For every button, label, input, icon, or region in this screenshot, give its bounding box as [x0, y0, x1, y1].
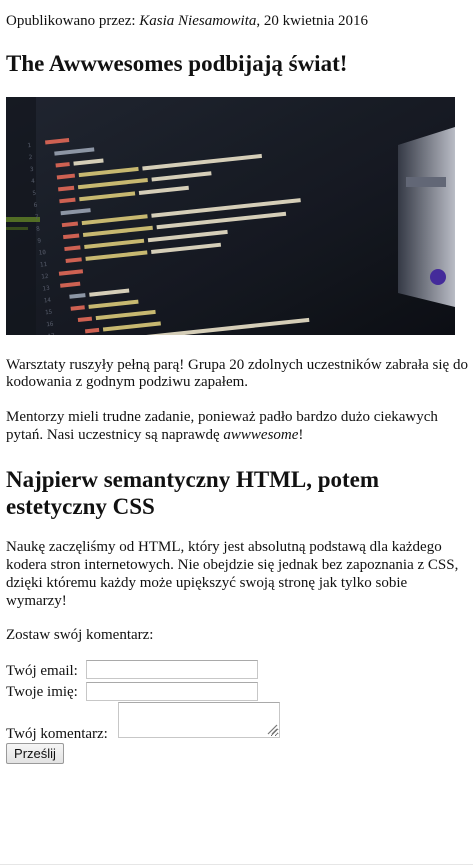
- comment-textarea[interactable]: [118, 702, 280, 738]
- resize-grip-icon[interactable]: [266, 723, 278, 735]
- post-image: 123 456 789 101112 131415 161718: [6, 97, 455, 335]
- name-row: Twoje imię:: [6, 683, 78, 701]
- code-editor-photo-icon: 123 456 789 101112 131415 161718: [6, 97, 455, 335]
- email-row: Twój email:: [6, 662, 78, 680]
- comment-form-intro: Zostaw swój komentarz:: [6, 627, 154, 643]
- email-field[interactable]: [86, 660, 258, 679]
- name-field[interactable]: [86, 682, 258, 701]
- post-paragraph-2: Mentorzy mieli trudne zadanie, ponieważ …: [6, 408, 468, 444]
- post-meta: Opublikowano przez: Kasia Niesamowita, 2…: [6, 12, 368, 30]
- name-label: Twoje imię:: [6, 684, 78, 700]
- paragraph-2-text: Mentorzy mieli trudne zadanie, ponieważ …: [6, 409, 438, 443]
- page-bottom-divider: [0, 864, 473, 865]
- post-paragraph-3: Naukę zaczęliśmy od HTML, który jest abs…: [6, 539, 459, 609]
- post-paragraph-1: Warsztaty ruszyły pełną parą! Grupa 20 z…: [6, 357, 468, 390]
- paragraph-2-end: !: [298, 427, 304, 443]
- post-author: Kasia Niesamowita: [139, 13, 257, 29]
- post-subheading: Najpierw semantyczny HTML, potem estetyc…: [6, 467, 380, 519]
- awwwesome-emphasis: awwwesome: [223, 427, 299, 443]
- post-title: The Awwwesomes podbijają świat!: [6, 51, 348, 76]
- submit-button[interactable]: Prześlij: [6, 743, 64, 764]
- email-label: Twój email:: [6, 663, 78, 679]
- post-date: , 20 kwietnia 2016: [256, 13, 369, 29]
- meta-prefix: Opublikowano przez:: [6, 13, 140, 29]
- comment-label: Twój komentarz:: [6, 726, 108, 742]
- comment-row: Twój komentarz:: [6, 725, 108, 743]
